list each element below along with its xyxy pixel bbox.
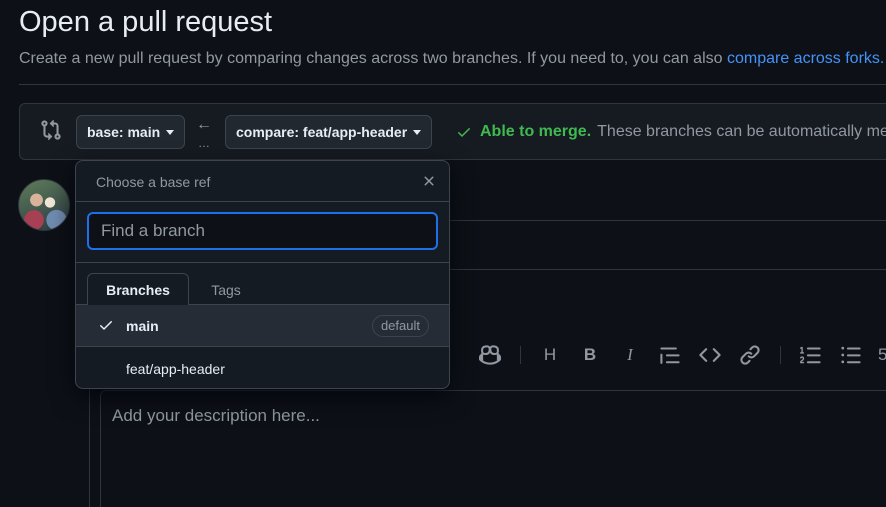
tab-tags[interactable]: Tags [196, 273, 256, 306]
task-list-icon[interactable]: 5 [878, 344, 886, 366]
dropdown-filter [76, 202, 449, 263]
code-icon[interactable] [699, 344, 721, 366]
base-branch-button[interactable]: base: main [76, 115, 186, 149]
form-divider [450, 269, 886, 270]
compare-forks-link[interactable]: compare across forks. [727, 50, 884, 67]
dropdown-title: Choose a base ref [96, 174, 211, 190]
base-branch-label: base: main [87, 124, 161, 140]
bulleted-list-icon[interactable] [840, 344, 862, 366]
page-title: Open a pull request [19, 6, 273, 38]
dropdown-header: Choose a base ref [76, 161, 449, 202]
toolbar-separator [520, 346, 521, 364]
avatar [18, 179, 70, 231]
description-placeholder: Add your description here... [112, 406, 320, 425]
caret-down-icon [166, 129, 175, 135]
divider [19, 84, 886, 85]
compare-bar: base: main ← … compare: feat/app-header … [19, 103, 886, 160]
dropdown-tabs: Branches Tags [76, 263, 449, 306]
base-ref-dropdown: Choose a base ref Branches Tags main def… [75, 160, 450, 389]
ellipsis-icon: … [198, 136, 211, 150]
bold-icon[interactable]: B [579, 344, 601, 366]
numbered-list-icon[interactable] [800, 344, 822, 366]
close-icon[interactable] [421, 173, 437, 189]
branch-item-main[interactable]: main default [76, 305, 449, 347]
compare-branch-label: compare: feat/app-header [236, 124, 408, 140]
compare-branch-button[interactable]: compare: feat/app-header [225, 115, 433, 149]
merge-ok-text: Able to merge. [480, 123, 592, 140]
branch-name: feat/app-header [126, 361, 225, 377]
branch-name: main [126, 318, 159, 334]
merge-status: Able to merge. These branches can be aut… [456, 123, 886, 141]
git-compare-icon [41, 119, 61, 141]
description-textarea[interactable]: Add your description here... [100, 390, 886, 507]
heading-icon[interactable]: H [539, 344, 561, 366]
caret-down-icon [413, 129, 422, 135]
page: Open a pull request Create a new pull re… [0, 0, 886, 507]
copilot-icon[interactable] [479, 344, 501, 366]
page-subtitle: Create a new pull request by comparing c… [19, 50, 884, 68]
check-icon [100, 321, 112, 330]
link-icon[interactable] [739, 344, 761, 366]
check-icon [458, 128, 470, 137]
merge-desc-text: These branches can be automatically merg… [597, 123, 886, 140]
toolbar-separator [780, 346, 781, 364]
form-divider [450, 220, 886, 221]
branch-item-feat-app-header[interactable]: feat/app-header [76, 348, 449, 390]
default-badge: default [371, 315, 429, 337]
quote-icon[interactable] [659, 344, 681, 366]
branch-search-input[interactable] [87, 212, 438, 250]
tab-branches[interactable]: Branches [87, 273, 189, 306]
italic-icon[interactable]: I [619, 344, 641, 366]
arrow-left-icon: ← [196, 116, 212, 133]
markdown-toolbar: H B I 5 [450, 330, 886, 380]
timeline-line [89, 380, 90, 507]
subtitle-text: Create a new pull request by comparing c… [19, 50, 723, 67]
